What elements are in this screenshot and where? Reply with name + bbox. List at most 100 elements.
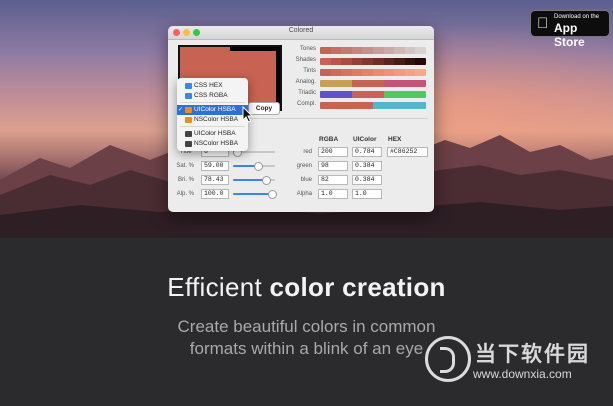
palette-swatch[interactable]: [415, 80, 426, 87]
palette-swatch[interactable]: [351, 80, 363, 87]
palette-swatch[interactable]: [320, 47, 331, 54]
palette-swatch[interactable]: [351, 102, 363, 109]
palette-swatch[interactable]: [383, 102, 395, 109]
palette-swatch[interactable]: [320, 102, 331, 109]
palette-swatch[interactable]: [372, 69, 384, 76]
hsba-value-field[interactable]: 59.00: [201, 161, 229, 171]
palette-swatch[interactable]: [383, 58, 395, 65]
palette-swatch[interactable]: [362, 47, 373, 54]
palette-swatch[interactable]: [362, 58, 373, 65]
palette-swatch[interactable]: [394, 47, 405, 54]
palette-swatch[interactable]: [330, 69, 342, 76]
rgba-value-field[interactable]: 200: [318, 147, 348, 157]
palette-swatch[interactable]: [341, 58, 352, 65]
palette-swatch[interactable]: [351, 91, 363, 98]
palette-swatch[interactable]: [383, 80, 395, 87]
palette-swatch[interactable]: [341, 80, 352, 87]
palette-swatch[interactable]: [341, 47, 352, 54]
menu-item[interactable]: UIColor HSBA: [177, 129, 248, 139]
palette-swatch[interactable]: [351, 69, 363, 76]
palette-swatch[interactable]: [351, 58, 363, 65]
hsba-value-field[interactable]: 78.43: [201, 175, 229, 185]
hsba-slider[interactable]: [233, 176, 275, 185]
app-store-small-text: Download on the: [554, 14, 600, 20]
palette-swatch[interactable]: [372, 91, 384, 98]
menu-item[interactable]: NSColor HSBA: [177, 139, 248, 149]
palette-swatch[interactable]: [404, 80, 416, 87]
palette-swatch[interactable]: [362, 91, 373, 98]
palette-swatch[interactable]: [394, 80, 405, 87]
palette-swatch[interactable]: [341, 69, 352, 76]
palette-swatch[interactable]: [372, 80, 384, 87]
palette-swatch[interactable]: [415, 91, 426, 98]
palette-swatch[interactable]: [415, 102, 426, 109]
palette-swatch[interactable]: [394, 102, 405, 109]
palette-swatch[interactable]: [372, 47, 384, 54]
hsba-slider[interactable]: [233, 162, 275, 171]
palette-swatch[interactable]: [362, 69, 373, 76]
palette-swatch[interactable]: [351, 47, 363, 54]
palette-swatch[interactable]: [372, 102, 384, 109]
menu-item[interactable]: CSS HEX: [177, 81, 248, 91]
palette-swatch[interactable]: [330, 47, 342, 54]
palette-swatch[interactable]: [330, 80, 342, 87]
format-icon: [185, 107, 192, 113]
palette-swatch[interactable]: [394, 91, 405, 98]
palette-swatch[interactable]: [341, 91, 352, 98]
slider-knob[interactable]: [268, 190, 277, 199]
palette-swatch[interactable]: [383, 47, 395, 54]
palette-swatch[interactable]: [404, 102, 416, 109]
palette-swatch[interactable]: [415, 47, 426, 54]
watermark-logo-icon: [425, 336, 471, 382]
hsba-value-field[interactable]: 100.0: [201, 189, 229, 199]
palette-swatch[interactable]: [320, 91, 331, 98]
slider-knob[interactable]: [253, 162, 263, 171]
palette-swatch[interactable]: [404, 69, 416, 76]
hsba-slider[interactable]: [233, 190, 277, 199]
rgba-value-field[interactable]: 98: [318, 161, 348, 171]
menu-item[interactable]: CSS RGBA: [177, 91, 248, 101]
uicolor-value-field[interactable]: 0.384: [352, 175, 382, 185]
palette-swatch[interactable]: [320, 80, 331, 87]
app-store-badge[interactable]:  Download on the App Store: [530, 10, 610, 49]
palette-swatch[interactable]: [415, 58, 426, 65]
rgba-value-field[interactable]: 82: [318, 175, 348, 185]
hsba-slider[interactable]: [233, 148, 275, 157]
palette-swatch[interactable]: [330, 58, 342, 65]
palette-strip[interactable]: [320, 80, 426, 87]
palette-strip[interactable]: [320, 58, 426, 65]
palette-swatch[interactable]: [320, 69, 331, 76]
palette-swatch[interactable]: [362, 102, 373, 109]
palette-strip[interactable]: [320, 47, 426, 54]
palette-swatch[interactable]: [372, 58, 384, 65]
uicolor-value-field[interactable]: 0.784: [352, 147, 382, 157]
title-bar: Colored: [168, 26, 434, 40]
palette-swatch[interactable]: [330, 102, 342, 109]
uicolor-value-field[interactable]: 1.0: [352, 189, 382, 199]
palette-swatch[interactable]: [404, 47, 416, 54]
palette-swatch[interactable]: [320, 58, 331, 65]
palette-swatch[interactable]: [394, 69, 405, 76]
menu-item[interactable]: ✓ UIColor HSBA: [177, 105, 248, 115]
channel-label: red: [303, 149, 312, 155]
palette-swatch[interactable]: [383, 69, 395, 76]
palette-strip[interactable]: [320, 69, 426, 76]
menu-item[interactable]: NSColor HSBA: [177, 115, 248, 125]
palette-strip[interactable]: [320, 102, 426, 109]
palette-swatch[interactable]: [341, 102, 352, 109]
palette-swatch[interactable]: [330, 91, 342, 98]
palette-swatch[interactable]: [394, 58, 405, 65]
channel-label: green: [296, 163, 312, 169]
rgba-value-field[interactable]: 1.0: [318, 189, 348, 199]
palette-swatch[interactable]: [404, 58, 416, 65]
hex-field[interactable]: #C86252: [387, 147, 428, 157]
palette-swatch[interactable]: [383, 91, 395, 98]
menu-item-label: CSS HEX: [194, 82, 223, 89]
palette-strip[interactable]: [320, 91, 426, 98]
palette-swatch[interactable]: [404, 91, 416, 98]
slider-knob[interactable]: [261, 176, 271, 185]
palette-swatch[interactable]: [415, 69, 426, 76]
menu-item-label: UIColor HSBA: [194, 130, 236, 137]
palette-swatch[interactable]: [362, 80, 373, 87]
uicolor-value-field[interactable]: 0.384: [352, 161, 382, 171]
